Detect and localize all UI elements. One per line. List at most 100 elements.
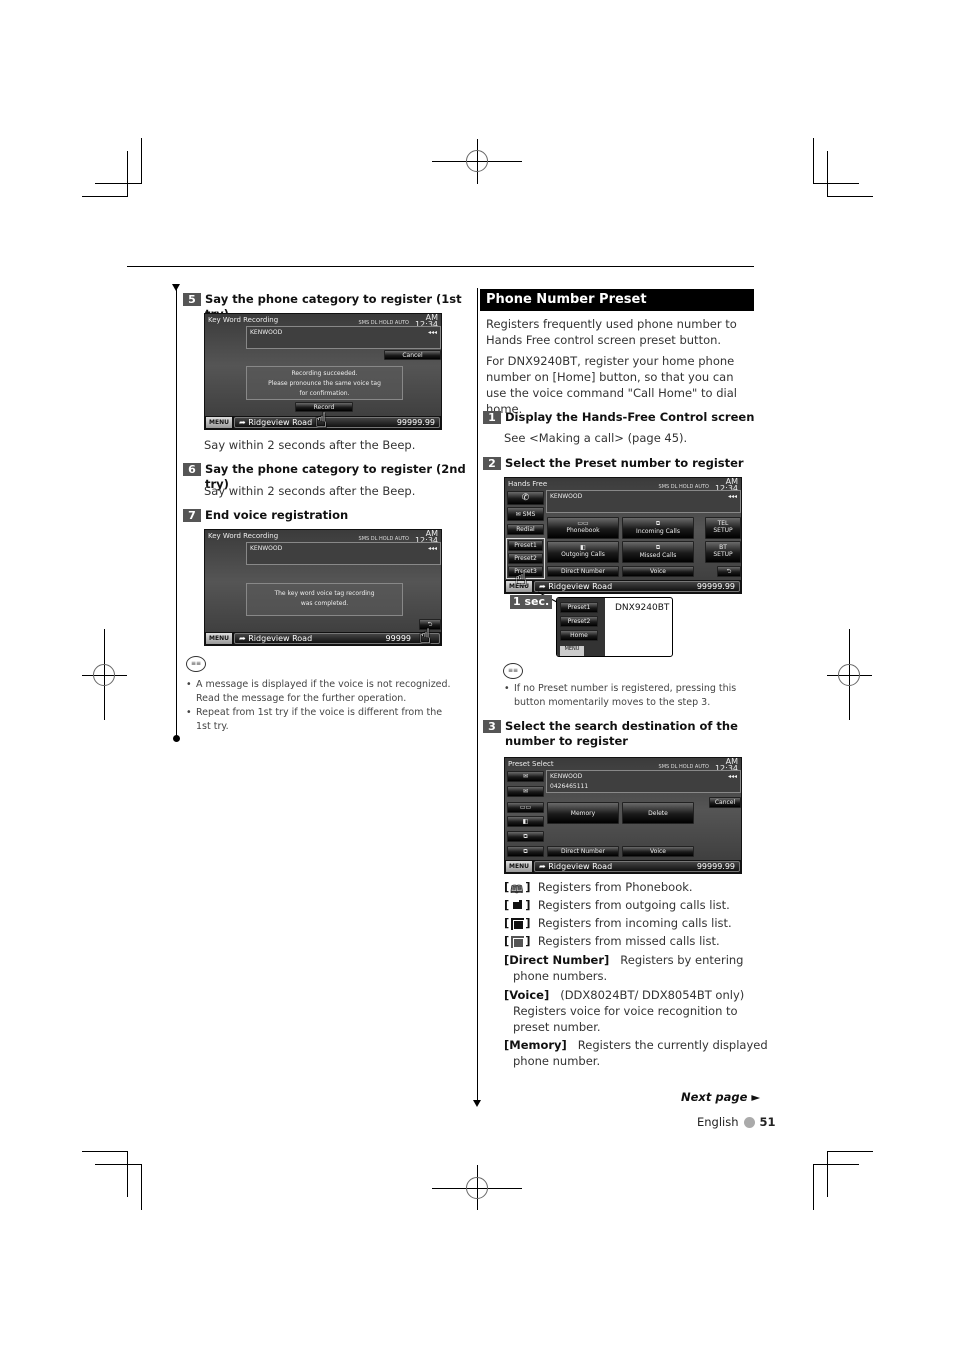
outgoing-calls-icon [510,899,524,911]
menu-button[interactable]: MENU [206,417,232,428]
step-title: Select the search destination of the num… [505,719,738,748]
redial-button[interactable]: Redial [507,524,544,535]
outgoing-calls-button[interactable]: ◧ [507,816,544,827]
step-6-desc: Say within 2 seconds after the Beep. [204,484,416,498]
preset-1-button[interactable]: Preset1 [508,540,543,551]
phone-handset-icon: ✆ [521,493,530,503]
notes-right: If no Preset number is registered, press… [504,682,759,710]
memory-desc: [Memory] Registers the currently display… [504,1038,768,1068]
voice-button[interactable]: Voice [622,846,694,857]
key-word-recording-screen-2: Key Word Recording SMS DL HOLD AUTO AM 12… [204,529,442,646]
page-footer: English 51 [697,1115,776,1129]
missed-calls-button[interactable]: ⧉ Missed Calls [622,541,694,563]
notes-left: A message is displayed if the voice is n… [186,678,451,734]
info-display: KENWOOD ◂◂◂ [246,542,441,565]
legend-item: [] Registers from outgoing calls list. [504,898,730,912]
memory-button[interactable]: Memory [547,802,619,824]
missed-calls-icon [510,935,525,948]
hands-free-screen: Hands Free SMS DL HOLD AUTO AM 12:34 ✆ ✉ … [504,477,742,594]
step-title: Display the Hands-Free Control screen [505,410,755,424]
outgoing-calls-button[interactable]: ◧ Outgoing Calls [547,541,619,563]
phonebook-icon: ▭▭ [519,804,532,811]
step-title: End voice registration [205,508,349,522]
step-5-desc: Say within 2 seconds after the Beep. [204,438,416,452]
turn-arrow-icon: ➦ [239,634,249,643]
phonebook-icon: 🕮 [510,883,524,896]
missed-calls-button[interactable]: ⧉ [507,846,544,857]
inset-preset-2-button[interactable]: Preset2 [560,616,598,627]
navigation-bar[interactable]: ➦ Ridgeview Road 99999 [234,633,440,644]
preset-select-screen: Preset Select SMS DL HOLD AUTO AM 12:34 ✉… [504,757,742,874]
back-button[interactable]: ⮌ [717,566,741,577]
hold-duration-label: 1 sec. [510,595,553,609]
voice-button[interactable]: Voice [622,566,694,577]
missed-calls-icon: ⧉ [655,544,661,551]
cancel-button[interactable]: Cancel [709,797,741,808]
step-2: 2 Select the Preset number to register [483,456,758,471]
legend-item: [🕮] Registers from Phonebook. [504,880,693,896]
info-display: KENWOOD ◂◂◂ [246,326,441,349]
cancel-button[interactable]: Cancel [384,350,441,360]
step-7: 7 End voice registration [183,508,473,523]
inset-menu-button[interactable]: MENU [560,646,584,656]
touch-hand-icon: ☝ [315,408,328,430]
delete-button[interactable]: Delete [622,802,694,824]
note-icon: ≡≡ [503,663,523,679]
outgoing-calls-icon: ◧ [522,818,529,825]
turn-arrow-icon: ➦ [539,862,549,871]
direct-number-button[interactable]: Direct Number [547,566,619,577]
incoming-calls-button[interactable]: ⧉ [507,831,544,842]
phonebook-button[interactable]: ▭▭ [507,802,544,813]
inset-preset-1-button[interactable]: Preset1 [560,602,598,613]
inset-home-button[interactable]: Home [560,630,598,641]
section-title: Phone Number Preset [486,292,647,307]
step-1-desc: See <Making a call> (page 45). [504,431,688,445]
tel-setup-button[interactable]: TEL SETUP [705,517,741,539]
sms-outbox-button[interactable]: ✉ [507,786,544,797]
sms-outbox-icon: ✉ [522,788,529,795]
step-title: Select the Preset number to register [505,456,744,470]
separator-dot-icon [743,1116,755,1128]
legend-item: [] Registers from missed calls list. [504,934,720,948]
next-page-link[interactable]: Next page ► [681,1090,760,1104]
turn-arrow-icon: ➦ [239,418,249,427]
page-number: 51 [759,1115,776,1129]
outgoing-calls-icon: ◧ [580,544,586,551]
call-button[interactable]: ✆ [507,491,544,505]
note-item: A message is displayed if the voice is n… [186,678,451,706]
step-3: 3 Select the search destination of the n… [483,719,758,749]
sms-inbox-button[interactable]: ✉ [507,771,544,782]
menu-button[interactable]: MENU [206,633,232,644]
sms-button[interactable]: ✉ SMS [507,507,544,521]
icon-legend: [🕮] Registers from Phonebook. [] Registe… [504,878,759,950]
bt-setup-button[interactable]: BT SETUP [705,541,741,563]
preset-2-button[interactable]: Preset2 [508,553,543,564]
header-rule [127,266,754,267]
model-label: DNX9240BT [615,603,670,613]
menu-button[interactable]: MENU [506,861,532,872]
phonebook-button[interactable]: ▭▭ Phonebook [547,517,619,539]
step-1: 1 Display the Hands-Free Control screen [483,410,758,425]
back-arrow-icon: ⮌ [726,568,732,575]
navigation-bar[interactable]: ➦ Ridgeview Road 99999.99 [534,861,740,872]
message-box: Recording succeeded. Please pronounce the… [246,366,403,400]
touch-hand-icon: ☝ [515,566,528,590]
info-display: KENWOOD ◂◂◂ [546,490,741,513]
voice-desc: [Voice] (DDX8024BT/ DDX8054BT only) Regi… [504,988,745,1034]
message-box: The key word voice tag recording was comp… [246,583,403,616]
touch-hand-icon: ☝ [419,624,432,646]
note-item: If no Preset number is registered, press… [504,682,759,710]
sms-icon: ✉ [515,511,523,518]
section-header: Phone Number Preset [480,289,754,311]
incoming-calls-button[interactable]: ⧉ Incoming Calls [622,517,694,539]
legend-item: [] Registers from incoming calls list. [504,916,732,930]
direct-number-button[interactable]: Direct Number [547,846,619,857]
direct-number-desc: [Direct Number] Registers by entering ph… [504,953,744,983]
missed-calls-icon: ⧉ [523,848,528,855]
sms-inbox-icon: ✉ [522,773,529,780]
navigation-bar[interactable]: ➦ Ridgeview Road 99999.99 [234,417,440,428]
key-word-recording-screen-1: Key Word Recording SMS DL HOLD AUTO AM 12… [204,313,442,430]
intro-2: For DNX9240BT, register your home phone … [486,354,737,416]
incoming-calls-icon [510,917,525,930]
dnx9240bt-inset: Preset1 Preset2 Home MENU DNX9240BT [556,597,673,657]
